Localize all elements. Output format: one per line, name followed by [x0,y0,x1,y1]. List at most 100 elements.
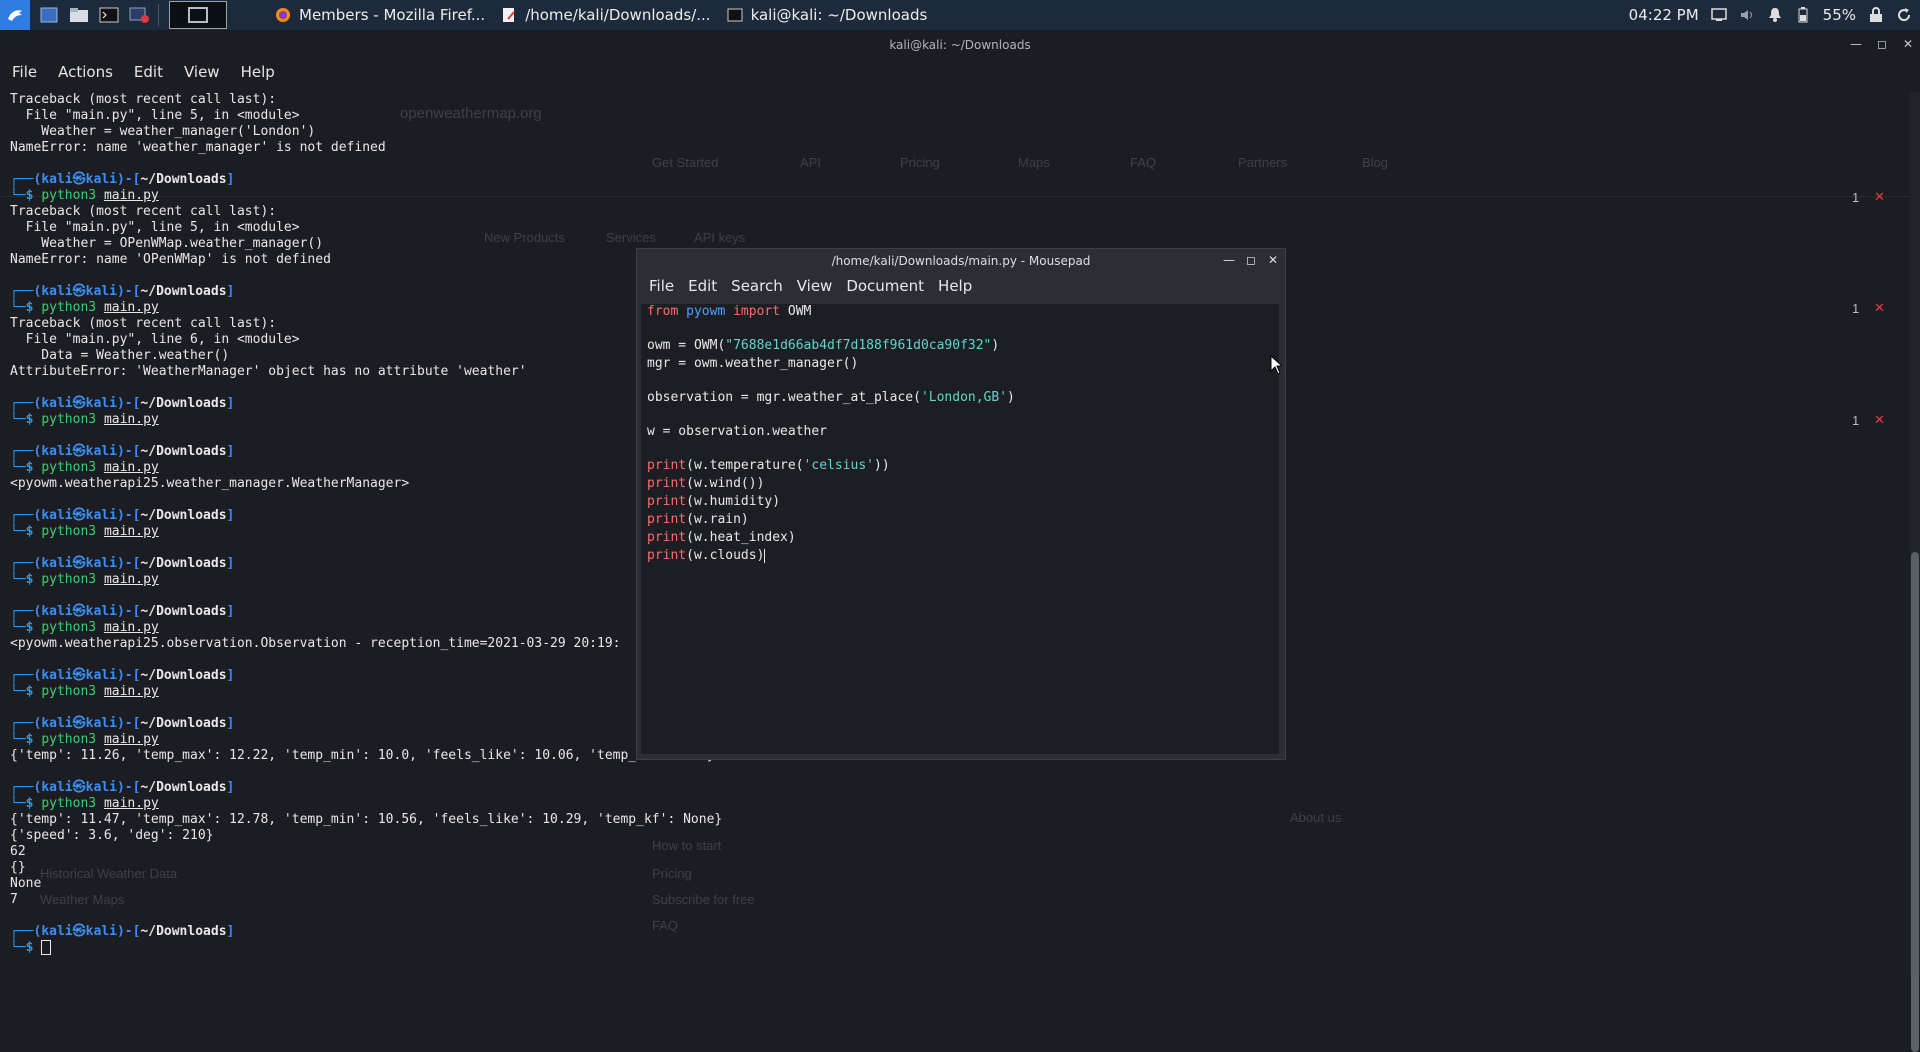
show-desktop-icon[interactable] [38,6,60,24]
prompt-file: main.py [103,572,159,587]
prompt-corner: ┌──( [10,396,42,411]
code-token: (w.rain) [686,512,749,527]
minimize-icon[interactable]: — [1223,253,1235,267]
menu-file[interactable]: File [12,63,37,81]
ghost-nav: Blog [1362,155,1389,170]
code-token: 'celsius' [803,458,874,473]
prompt-dir: ~/Downloads [140,556,227,571]
prompt-file: main.py [103,300,159,315]
prompt-current[interactable]: └─$ [10,940,52,956]
task-firefox[interactable]: Members - Mozilla Firef... [267,0,493,30]
ghost-url: openweathermap.org [400,105,542,122]
code-token: ) [991,338,1000,353]
minimize-icon[interactable]: — [1850,37,1862,51]
code-line: print(w.heat_index) [647,530,796,545]
menu-document[interactable]: Document [846,277,924,295]
prompt-file: main.py [103,732,159,747]
prompt-bracket: ] [226,444,235,459]
prompt-bracket: ] [226,716,235,731]
prompt-dollar: └─$ [10,684,42,699]
volume-icon[interactable] [1739,7,1755,23]
remove-icon[interactable]: ✕ [1874,190,1885,205]
menu-search[interactable]: Search [731,277,783,295]
task-terminal[interactable]: kali@kali: ~/Downloads [719,0,936,30]
ghost-tab: New Products [484,230,565,245]
prompt-bracket: )-[ [116,172,141,187]
menu-view[interactable]: View [184,63,220,81]
terminal-scrollbar[interactable] [1910,92,1920,1052]
prompt-dir: ~/Downloads [140,604,227,619]
output-line: Traceback (most recent call last): [10,204,277,219]
terminal-titlebar[interactable]: kali@kali: ~/Downloads — ◻ ✕ [0,30,1920,60]
close-icon[interactable]: ✕ [1902,37,1914,51]
mousepad-titlebar[interactable]: /home/kali/Downloads/main.py - Mousepad … [637,249,1285,273]
output-line: {'temp': 11.26, 'temp_max': 12.22, 'temp… [10,748,715,763]
code-line: print(w.wind()) [647,476,764,491]
code-editor[interactable]: from pyowm import OWM owm = OWM("7688e1d… [641,304,1279,754]
task-mousepad[interactable]: /home/kali/Downloads/... [493,0,718,30]
menu-file[interactable]: File [649,277,674,295]
code-token: (w.wind()) [686,476,765,491]
kali-menu-button[interactable] [0,0,30,30]
output-line: File "main.py", line 5, in <module> [10,220,300,235]
clock[interactable]: 04:22 PM [1629,6,1699,24]
remove-icon[interactable]: ✕ [1874,413,1885,428]
prompt-header: ┌──(kali㉿kali)-[~/Downloads] [10,444,234,460]
prompt-header: ┌──(kali㉿kali)-[~/Downloads] [10,396,234,412]
menu-view[interactable]: View [797,277,833,295]
output-line: Traceback (most recent call last): [10,316,277,331]
remove-icon[interactable]: ✕ [1874,301,1885,316]
code-token: print [647,494,687,509]
code-line: print(w.temperature('celsius')) [647,458,890,473]
notification-bell-icon[interactable] [1767,7,1783,23]
prompt-command: └─$ python3 main.py [10,524,159,540]
prompt-dollar: └─$ [10,412,42,427]
menu-actions[interactable]: Actions [58,63,113,81]
prompt-dollar: └─$ [10,732,42,747]
prompt-header: ┌──(kali㉿kali)-[~/Downloads] [10,284,234,300]
battery-icon[interactable] [1795,7,1811,23]
ghost-tab: Services [606,230,656,245]
menu-help[interactable]: Help [241,63,275,81]
prompt-bracket: ] [226,668,235,683]
code-token: (w.humidity) [686,494,781,509]
power-refresh-icon[interactable] [1896,7,1912,23]
code-token: (w.clouds) [686,548,765,563]
prompt-cmd: python3 [41,572,97,587]
battery-percentage: 55% [1822,6,1856,24]
output-line: 7 [10,892,18,907]
code-token: print [647,458,687,473]
prompt-header: ┌──(kali㉿kali)-[~/Downloads] [10,508,234,524]
display-icon[interactable] [1710,7,1727,23]
output-line: File "main.py", line 6, in <module> [10,332,300,347]
lock-icon[interactable] [1868,7,1884,23]
menu-help[interactable]: Help [938,277,972,295]
text-cursor [764,548,766,563]
menu-edit[interactable]: Edit [688,277,717,295]
prompt-bracket: ] [226,396,235,411]
mousepad-window[interactable]: /home/kali/Downloads/main.py - Mousepad … [636,248,1286,760]
recorder-icon[interactable] [128,6,150,24]
terminal-launcher-icon[interactable] [98,6,120,24]
prompt-header: ┌──(kali㉿kali)-[~/Downloads] [10,556,234,572]
maximize-icon[interactable]: ◻ [1245,253,1257,267]
prompt-dir: ~/Downloads [140,444,227,459]
prompt-user: kali㉿kali [41,508,117,523]
ghost-nav: Maps [1018,155,1050,170]
maximize-icon[interactable]: ◻ [1876,37,1888,51]
prompt-command: └─$ python3 main.py [10,796,159,812]
prompt-cmd: python3 [41,796,97,811]
prompt-bracket: )-[ [116,556,141,571]
code-line: print(w.clouds) [647,548,766,563]
ghost-heading: About us [1290,810,1342,825]
ghost-link: Historical Weather Data [40,866,178,881]
file-manager-icon[interactable] [68,6,90,24]
workspace-switcher[interactable] [169,1,227,29]
output-line: Traceback (most recent call last): [10,92,277,107]
task-label: kali@kali: ~/Downloads [750,6,928,24]
close-icon[interactable]: ✕ [1267,253,1279,267]
scrollbar-thumb[interactable] [1911,552,1919,1052]
output-line: Weather = weather_manager('London') [10,124,316,139]
menu-edit[interactable]: Edit [134,63,163,81]
